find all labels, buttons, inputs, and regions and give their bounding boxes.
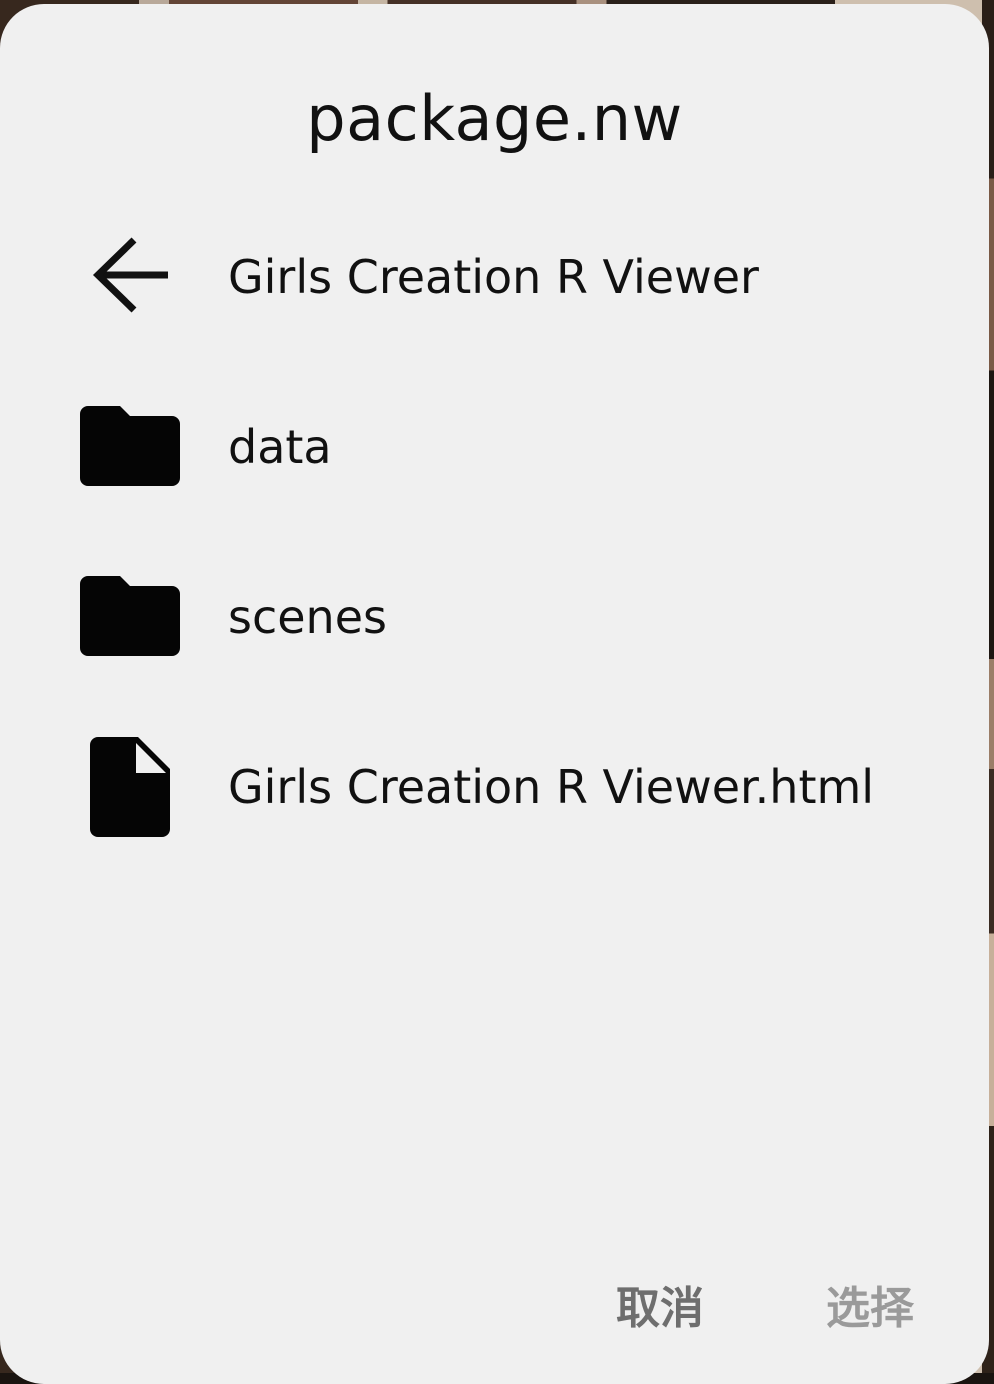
parent-directory-item[interactable]: Girls Creation R Viewer bbox=[0, 202, 989, 352]
list-item-label: scenes bbox=[228, 590, 387, 644]
folder-icon bbox=[78, 565, 182, 669]
folder-icon bbox=[78, 395, 182, 499]
select-button[interactable]: 选择 bbox=[826, 1272, 914, 1336]
file-picker-dialog: package.nw Girls Creation R Viewer data … bbox=[0, 4, 989, 1384]
list-item-file-html[interactable]: Girls Creation R Viewer.html bbox=[0, 712, 989, 862]
file-icon bbox=[78, 735, 182, 839]
dialog-title: package.nw bbox=[306, 82, 683, 155]
list-item-folder-data[interactable]: data bbox=[0, 372, 989, 522]
back-arrow-icon bbox=[78, 225, 182, 329]
list-item-folder-scenes[interactable]: scenes bbox=[0, 542, 989, 692]
list-item-label: data bbox=[228, 420, 332, 474]
list-item-label: Girls Creation R Viewer bbox=[228, 250, 759, 304]
cancel-button[interactable]: 取消 bbox=[616, 1272, 704, 1336]
list-item-label: Girls Creation R Viewer.html bbox=[228, 760, 875, 814]
